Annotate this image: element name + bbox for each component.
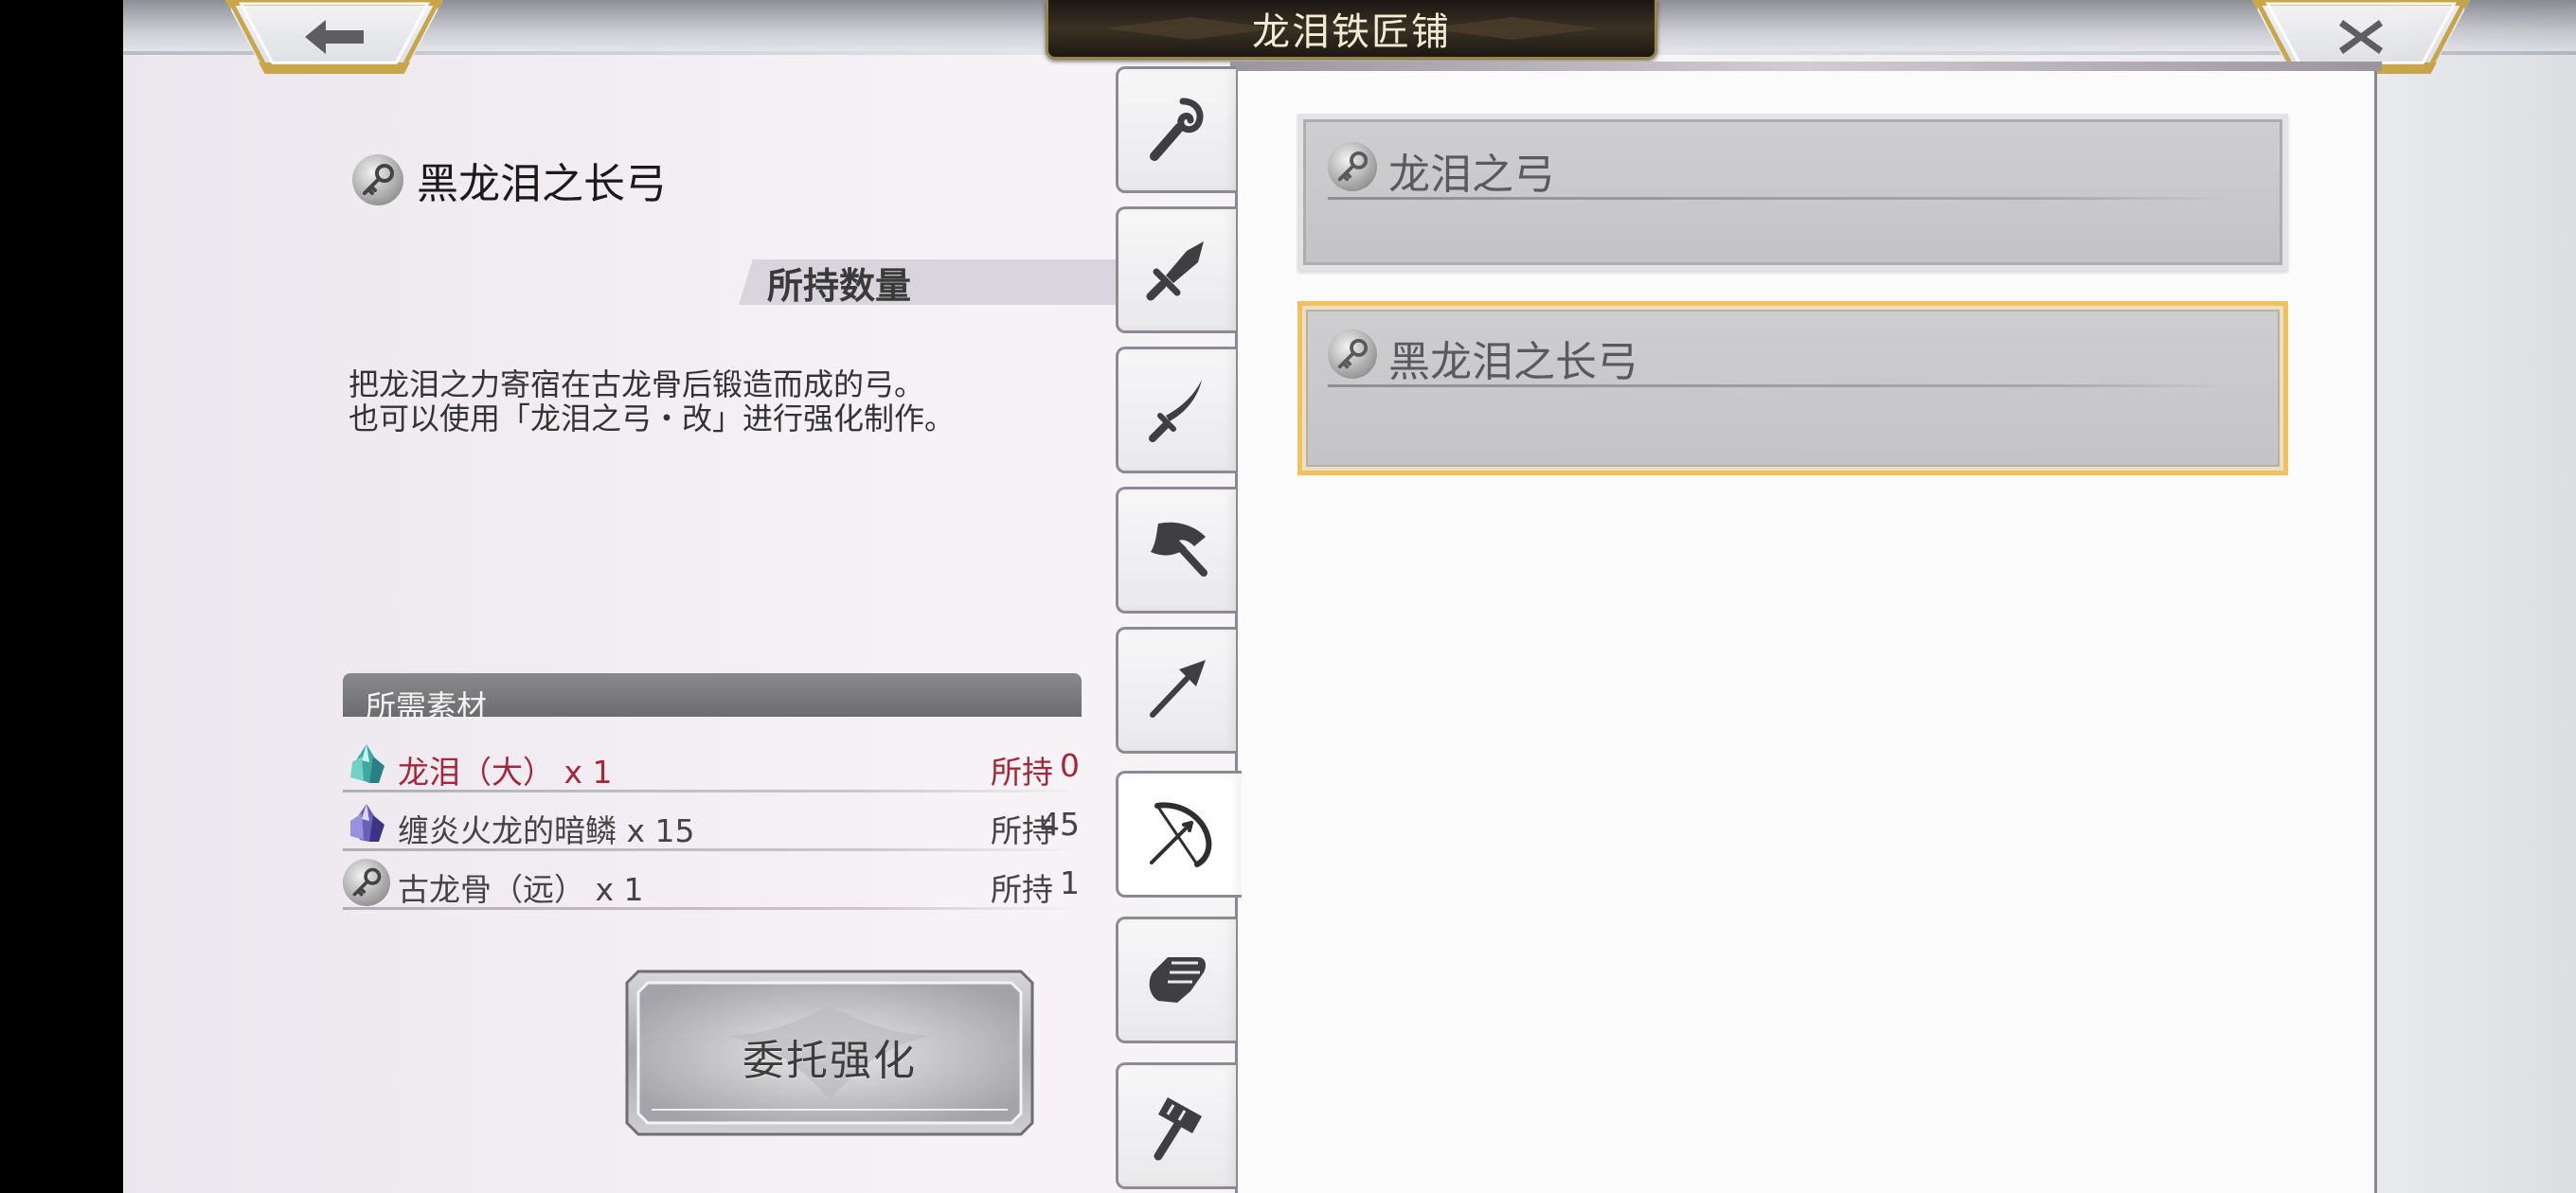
material-name: 古龙骨（远） x 1 [398,871,644,908]
card-divider [1328,384,2231,387]
entrust-enhance-button[interactable]: 委托强化 [623,968,1036,1138]
axe-icon [1151,522,1208,577]
row-divider [343,848,1082,851]
recipe-name: 黑龙泪之长弓 [1388,338,1638,386]
recipe-card[interactable]: 龙泪之弓 [1297,114,2288,271]
material-own-count: 45 [1040,806,1080,843]
staff-icon [1150,98,1204,161]
material-own-label: 所持 [991,871,1053,908]
key-item-icon [352,154,403,205]
key-item-icon [1328,329,1377,379]
tab-spear[interactable] [1116,627,1236,754]
tab-gauntlet[interactable] [1116,917,1236,1043]
sword-icon [1146,241,1204,301]
right-edge-shade [2377,0,2576,1193]
katana-icon [1149,380,1202,442]
recipe-card-selected[interactable]: 黑龙泪之长弓 [1297,301,2288,475]
tab-bow[interactable] [1116,771,1242,898]
back-button[interactable] [225,0,443,74]
title-plate: 龙泪铁匠铺 [1046,0,1657,60]
material-own-label: 所持 [991,754,1053,791]
item-description: 把龙泪之力寄宿在古龙骨后锻造而成的弓。 也可以使用「龙泪之弓・改」进行强化制作。 [349,367,955,436]
tab-katana[interactable] [1116,347,1236,473]
row-divider [343,907,1082,910]
entrust-enhance-label: 委托强化 [742,1037,917,1085]
materials-header-label: 所需素材 [366,688,488,724]
card-divider [1328,197,2231,200]
key-item-icon [1328,142,1377,191]
material-name: 龙泪（大） x 1 [398,754,613,791]
blacksmith-screen: 龙泪铁匠铺 黑龙泪之长弓 所持数量 0 把龙泪之力寄宿在古龙骨后锻造而成的弓。 … [123,0,2576,1193]
dragon-tear-crystal-icon [350,744,385,783]
materials-header: 所需素材 [343,673,1082,724]
recipe-name: 龙泪之弓 [1388,151,1555,199]
spear-icon [1150,660,1206,718]
hammer-icon [1154,1097,1202,1161]
material-name: 缠炎火龙的暗鳞 x 15 [398,812,695,849]
description-line: 也可以使用「龙泪之弓・改」进行强化制作。 [349,401,956,436]
item-name: 黑龙泪之长弓 [417,160,667,208]
gauntlet-icon [1149,957,1206,1003]
tab-staff[interactable] [1116,66,1236,193]
page-title: 龙泪铁匠铺 [1252,10,1451,54]
ancient-bone-key-icon [343,859,390,906]
back-arrow-icon [305,20,364,54]
material-row: 龙泪（大） x 1 所持 0 [343,736,1082,792]
bow-icon [1150,802,1212,867]
tab-axe[interactable] [1116,487,1236,614]
close-x-icon [2339,20,2383,54]
description-line: 把龙泪之力寄宿在古龙骨后锻造而成的弓。 [349,366,925,402]
owned-quantity-label: 所持数量 [767,264,912,307]
material-row: 古龙骨（远） x 1 所持 1 [343,853,1082,910]
tab-hammer[interactable] [1116,1062,1236,1189]
material-own-count: 1 [1060,864,1080,901]
material-own-count: 0 [1060,747,1080,784]
row-divider [343,790,1082,792]
item-header: 黑龙泪之长弓 [352,150,667,210]
dark-scale-crystal-icon [350,804,385,842]
tab-sword[interactable] [1116,206,1236,333]
material-row: 缠炎火龙的暗鳞 x 15 所持 45 [343,794,1082,851]
